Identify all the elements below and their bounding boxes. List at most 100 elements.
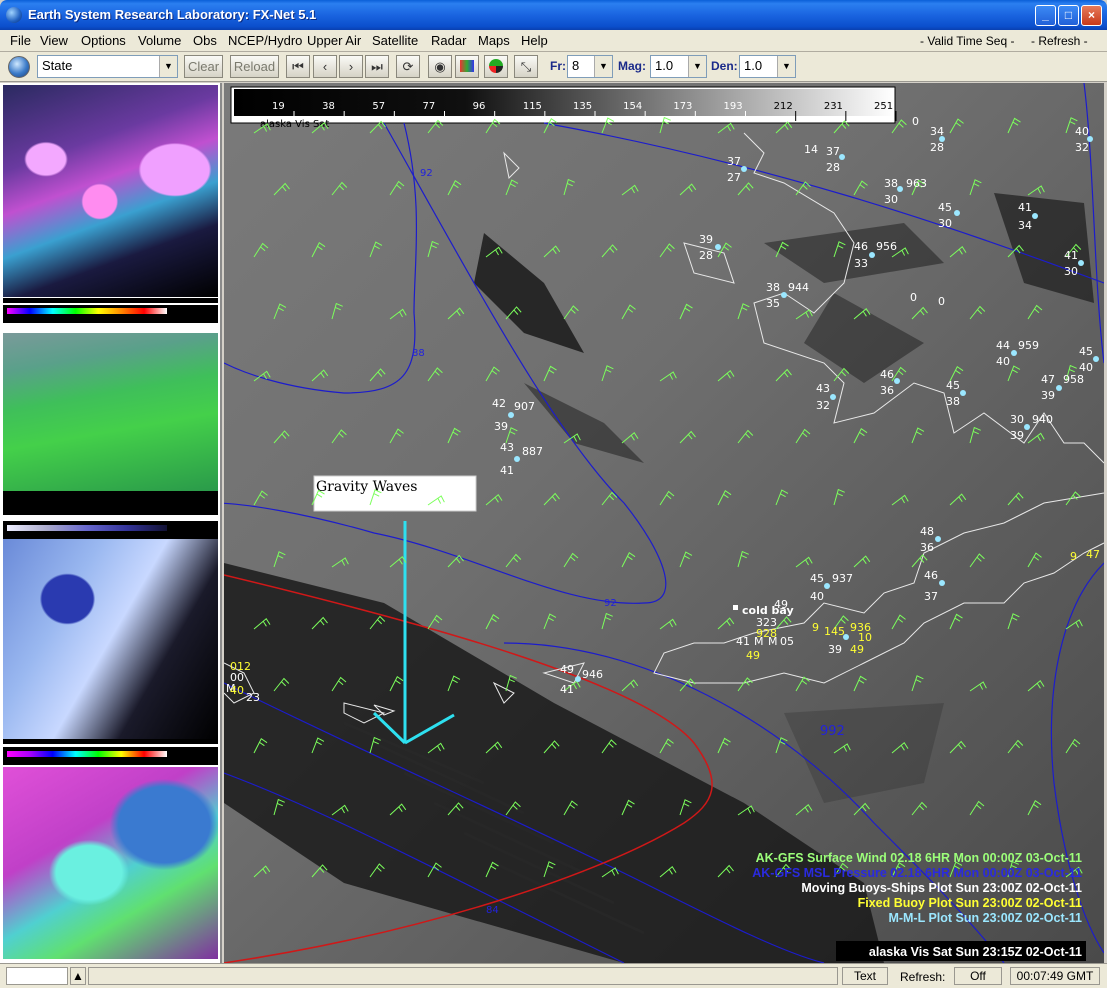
menu-obs[interactable]: Obs	[193, 33, 217, 48]
minimize-icon: _	[1042, 8, 1049, 22]
station-temp: 40	[1075, 125, 1089, 138]
loop-icon[interactable]: ⟳	[396, 55, 420, 78]
clear-button[interactable]: Clear	[184, 55, 223, 78]
colorbar-tick-label: 57	[372, 101, 385, 112]
menu-help[interactable]: Help	[521, 33, 548, 48]
station-temp: 44	[996, 339, 1010, 352]
thumbnail-footer	[3, 491, 218, 515]
colorbar-tick-label: 154	[623, 101, 642, 112]
menu-bar: File View Options Volume Obs NCEP/Hydro …	[0, 30, 1107, 52]
window-title: Earth System Research Laboratory: FX-Net…	[28, 7, 317, 22]
station-pressure: 963	[906, 177, 927, 190]
thumbnail-footer	[3, 739, 218, 744]
zoom-icon[interactable]: ⤡	[514, 55, 538, 78]
legend-msl-pressure: AK-GFS MSL Pressure 02.18 6HR Mon 00:00Z…	[752, 866, 1082, 880]
station-temp: 30	[1010, 413, 1024, 426]
buoy-value: 928	[756, 627, 777, 640]
mag-select[interactable]: 1.0 ▼	[650, 55, 707, 78]
message-field	[88, 967, 838, 985]
sample-icon[interactable]	[484, 55, 508, 78]
gmt-clock: 00:07:49 GMT	[1010, 967, 1100, 985]
thumbnail-height[interactable]	[3, 767, 218, 959]
station-temp: 48	[920, 525, 934, 538]
close-button[interactable]: ×	[1081, 5, 1102, 26]
title-bar: Earth System Research Laboratory: FX-Net…	[0, 0, 1107, 30]
globe-icon	[6, 7, 22, 23]
buoy-value: 47	[1086, 548, 1100, 561]
color-table-icon[interactable]	[455, 55, 479, 78]
den-select-value: 1.0	[744, 58, 763, 73]
last-frame-icon[interactable]: ⏭	[365, 55, 389, 78]
thumbnail-wind[interactable]	[3, 539, 218, 739]
scroll-up-icon[interactable]: ▲	[70, 967, 86, 985]
scale-select[interactable]: State ▼	[37, 55, 178, 78]
menu-file[interactable]: File	[10, 33, 31, 48]
chevron-down-icon: ▼	[688, 56, 706, 77]
station-temp: 43	[500, 441, 514, 454]
satellite-map[interactable]: 19 38 57 77 96 115 135 154 173 193 212 231 251 alask…	[224, 83, 1104, 963]
legend-surface-wind: AK-GFS Surface Wind 02.18 6HR Mon 00:00Z…	[756, 851, 1082, 865]
low-pressure-label: 992	[820, 724, 845, 739]
station-temp: 45	[946, 379, 960, 392]
station-temp: 38	[766, 281, 780, 294]
menu-radar[interactable]: Radar	[431, 33, 466, 48]
toggle-display-icon[interactable]: ◉	[428, 55, 452, 78]
station-dewpoint: 34	[1018, 219, 1032, 232]
refresh-toggle[interactable]: Off	[954, 967, 1002, 985]
station-dewpoint: 30	[884, 193, 898, 206]
colorbar-tick-label: 231	[824, 101, 843, 112]
thumbnail-temperature[interactable]	[3, 333, 218, 491]
refresh-label: Refresh:	[900, 970, 946, 984]
station-temp: 47	[1041, 373, 1055, 386]
chevron-down-icon: ▼	[594, 56, 612, 77]
thumbnail-colorbar	[3, 521, 218, 539]
status-field	[6, 967, 68, 985]
maximize-button[interactable]: □	[1058, 5, 1079, 26]
refresh-menu-button[interactable]: - Refresh -	[1031, 34, 1088, 48]
first-frame-icon[interactable]: ⏮	[286, 55, 310, 78]
buoy-value: 145	[824, 625, 845, 638]
station-value: 39	[828, 643, 842, 656]
station-dewpoint: 39	[1041, 389, 1055, 402]
menu-options[interactable]: Options	[81, 33, 126, 48]
den-select[interactable]: 1.0 ▼	[739, 55, 796, 78]
station-dewpoint: 41	[500, 464, 514, 477]
valid-time-seq-button[interactable]: - Valid Time Seq -	[920, 34, 1014, 48]
menu-volume[interactable]: Volume	[138, 33, 181, 48]
legend-mml-plot: M-M-L Plot Sun 23:00Z 02-Oct-11	[888, 911, 1082, 925]
station-pressure: 946	[582, 668, 603, 681]
station-temp: 38	[884, 177, 898, 190]
colorbar-tick-label: 135	[573, 101, 592, 112]
station-dewpoint: 28	[699, 249, 713, 262]
globe-icon[interactable]	[8, 56, 30, 78]
station-dewpoint: 33	[854, 257, 868, 270]
frame-label: Fr:	[550, 59, 566, 73]
reload-button[interactable]: Reload	[230, 55, 279, 78]
thumbnail-precip[interactable]	[3, 85, 218, 297]
menu-view[interactable]: View	[40, 33, 68, 48]
legend-moving-buoys: Moving Buoys-Ships Plot Sun 23:00Z 02-Oc…	[801, 881, 1082, 895]
fxnet-window: Earth System Research Laboratory: FX-Net…	[0, 0, 1107, 988]
toolbar: State ▼ Clear Reload ⏮ ‹ › ⏭ ⟳ ◉ ⤡ Fr: 8…	[0, 52, 1107, 82]
station-pressure: 887	[522, 445, 543, 458]
minimize-button[interactable]: _	[1035, 5, 1056, 26]
isobar-label: 92	[420, 168, 433, 179]
menu-ncep-hydro[interactable]: NCEP/Hydro	[228, 33, 302, 48]
station-dewpoint: 37	[924, 590, 938, 603]
station-temp: 43	[816, 382, 830, 395]
station-pressure: 944	[788, 281, 809, 294]
station-pressure: 959	[1018, 339, 1039, 352]
mag-label: Mag:	[618, 59, 646, 73]
next-frame-icon[interactable]: ›	[339, 55, 363, 78]
frame-select[interactable]: 8 ▼	[567, 55, 613, 78]
menu-upper-air[interactable]: Upper Air	[307, 33, 361, 48]
prev-frame-icon[interactable]: ‹	[313, 55, 337, 78]
menu-maps[interactable]: Maps	[478, 33, 510, 48]
chevron-down-icon: ▼	[777, 56, 795, 77]
station-temp: 42	[492, 397, 506, 410]
thumbnail-footer	[3, 298, 218, 303]
menu-satellite[interactable]: Satellite	[372, 33, 418, 48]
text-button[interactable]: Text	[842, 967, 888, 985]
station-pressure: 940	[1032, 413, 1053, 426]
station-dewpoint: 28	[826, 161, 840, 174]
